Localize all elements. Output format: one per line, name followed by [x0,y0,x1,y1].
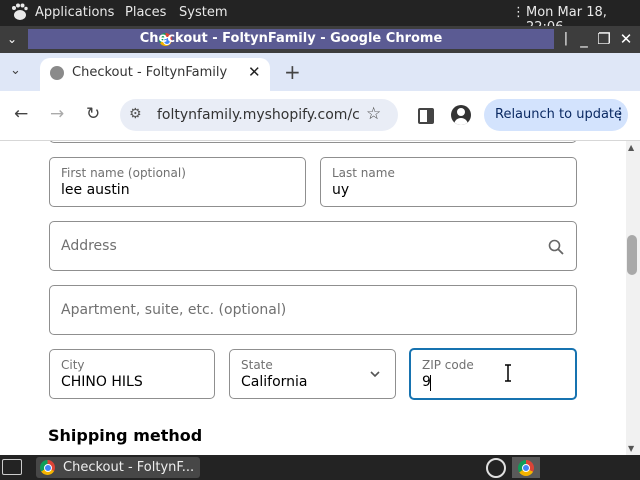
state-value[interactable]: California [241,374,307,390]
title-divider-icon: | [563,31,569,46]
applications-menu[interactable]: Applications [35,5,114,20]
city-value[interactable]: CHINO HILS [61,374,143,390]
maximize-icon[interactable]: ❐ [594,30,614,48]
text-cursor-icon [505,364,511,382]
address-field[interactable]: Address [49,221,577,271]
network-globe-icon[interactable] [486,458,506,478]
reload-icon[interactable]: ↻ [86,104,100,124]
city-field[interactable]: City CHINO HILS [49,349,215,399]
zip-field[interactable]: ZIP code 9 [409,348,577,400]
last-name-field[interactable]: Last name uy [320,157,577,207]
taskbar-chrome-icon [40,460,55,475]
show-desktop-icon[interactable] [2,459,22,475]
scroll-up-icon[interactable]: ▲ [628,143,634,152]
scroll-thumb[interactable] [627,235,637,275]
zip-label: ZIP code [422,358,474,372]
apartment-placeholder: Apartment, suite, etc. (optional) [61,302,287,318]
chrome-menu-kebab-icon[interactable]: ⋮ [612,104,628,123]
minimize-icon[interactable]: _ [574,30,594,48]
profile-avatar-icon[interactable] [451,105,471,125]
system-menu[interactable]: System [179,5,227,20]
state-label: State [241,358,273,372]
apartment-field[interactable]: Apartment, suite, etc. (optional) [49,285,577,335]
first-name-value[interactable]: lee austin [61,182,130,198]
state-select[interactable]: State California [229,349,396,399]
bookmark-star-icon[interactable]: ☆ [366,104,381,124]
tab-favicon-icon [50,66,64,80]
last-name-value[interactable]: uy [332,182,349,198]
tab-list-chevron-icon[interactable]: ⌄ [10,63,21,78]
side-panel-icon[interactable] [418,108,434,124]
relaunch-label[interactable]: Relaunch to update [495,107,622,122]
checkout-page: First name (optional) lee austin Last na… [0,141,626,455]
page-scrollbar[interactable] [626,141,640,455]
country-field-partial[interactable] [49,141,577,143]
chevron-down-icon[interactable] [369,370,381,378]
first-name-field[interactable]: First name (optional) lee austin [49,157,306,207]
last-name-label: Last name [332,166,395,180]
scroll-down-icon[interactable]: ▼ [628,444,634,453]
top-panel: Applications Places System ⋮ Mon Mar 18,… [0,0,640,35]
window-close-icon[interactable]: ✕ [616,30,636,48]
text-caret [430,375,431,391]
tab-close-icon[interactable]: ✕ [248,63,261,81]
forward-arrow-icon[interactable]: → [50,104,64,124]
window-title: Checkout - FoltynFamily - Google Chrome [139,31,443,46]
city-label: City [61,358,85,372]
tab-title: Checkout - FoltynFamily [72,65,228,80]
taskbar-window-label[interactable]: Checkout - FoltynF... [63,460,194,475]
url-text[interactable]: foltynfamily.myshopify.com/c... [157,107,359,123]
first-name-label: First name (optional) [61,166,186,180]
window-menu-chevron-icon[interactable]: ⌄ [2,30,22,48]
site-info-icon[interactable]: ⚙ [129,106,142,122]
tray-chrome-icon [518,460,534,476]
panel-kebab-icon[interactable]: ⋮ [512,5,525,20]
new-tab-icon[interactable]: + [284,60,301,84]
places-menu[interactable]: Places [125,5,166,20]
address-placeholder: Address [61,238,117,254]
shipping-method-heading: Shipping method [48,426,203,445]
gnome-foot-icon[interactable] [9,2,29,22]
search-icon[interactable] [548,239,564,255]
back-arrow-icon[interactable]: ← [14,104,28,124]
